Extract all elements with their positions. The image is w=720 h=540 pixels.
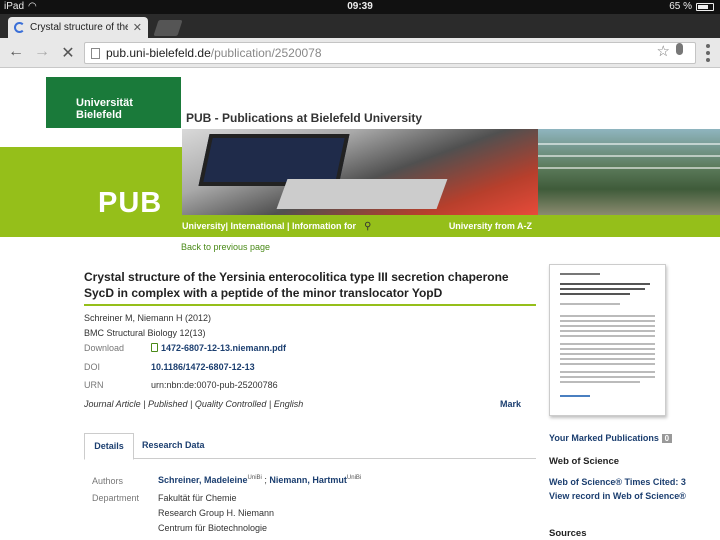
author-link-niemann[interactable]: Niemann, Hartmut [269,475,347,485]
sources-heading: Sources [549,528,587,539]
university-logo[interactable]: Universität Bielefeld [46,77,181,128]
back-arrow-icon[interactable]: ← [6,43,26,61]
author2-affiliation: UniBi [346,475,362,481]
stop-loading-icon[interactable]: ✕ [58,43,78,63]
wos-heading: Web of Science [549,456,620,467]
new-tab-button[interactable] [153,20,183,36]
tab-title: Crystal structure of the Yer [30,22,128,33]
urn-label: URN [84,380,104,390]
pdf-thumbnail[interactable] [549,264,666,416]
tab-details[interactable]: Details [84,433,134,460]
wos-view-record-link[interactable]: View record in Web of Science® [549,491,686,501]
department-3[interactable]: Centrum für Biotechnologie [158,523,267,533]
title-divider [84,304,536,306]
tab-research-data[interactable]: Research Data [142,433,205,459]
authors-list: Schreiner, MadeleineUniBi ; Niemann, Har… [158,475,361,485]
battery-percent: 65 % [669,1,692,12]
nav-university-az[interactable]: University from A-Z [449,221,532,231]
header-photo-laptop [182,129,538,215]
mark-button[interactable]: Mark [500,399,521,409]
search-icon[interactable]: ⚲ [364,221,371,232]
open-access-lock-icon [151,343,158,352]
ios-status-bar: iPad ◠ 09:39 65 % [0,0,720,14]
journal-citation: BMC Structural Biology 12(13) [84,328,206,338]
menu-icon[interactable] [706,44,710,62]
pub-logo-block[interactable]: PUB [0,147,182,237]
pub-logo-text: PUB [98,187,163,219]
details-tabs: Details Research Data [84,433,536,460]
article-title: Crystal structure of the Yersinia entero… [84,270,509,300]
wos-times-cited-link[interactable]: Web of Science® Times Cited: 3 [549,477,686,487]
page-icon [91,47,100,59]
doi-label: DOI [84,362,101,372]
author1-affiliation: UniBi [247,475,262,481]
nav-links[interactable]: University| International | Information … [182,221,356,231]
clock: 09:39 [347,1,373,12]
forward-arrow-icon[interactable]: → [32,43,52,61]
web-page: Universität Bielefeld PUB - Publications… [0,69,720,540]
author-link-schreiner[interactable]: Schreiner, Madeleine [158,475,248,485]
doi-link[interactable]: 10.1186/1472-6807-12-13 [151,362,255,372]
top-navigation: University| International | Information … [182,215,538,237]
bookmark-star-icon[interactable]: ☆ [657,42,670,60]
close-tab-icon[interactable]: ✕ [133,21,142,34]
department-2[interactable]: Research Group H. Niemann [158,508,274,518]
site-title: PUB - Publications at Bielefeld Universi… [186,111,423,125]
microphone-icon[interactable] [676,43,683,55]
download-label: Download [84,343,125,353]
marked-publications-link[interactable]: Your Marked Publications 0 [549,433,672,443]
authors-year: Schreiner M, Niemann H (2012) [84,313,212,323]
battery-icon [696,2,714,11]
department-1[interactable]: Fakultät für Chemie [158,493,237,503]
address-bar[interactable]: pub.uni-bielefeld.de/publication/2520078 [84,42,696,64]
authors-label: Authors [92,476,124,486]
tab-strip: Crystal structure of the Yer ✕ [0,14,720,38]
browser-toolbar: ← → ✕ pub.uni-bielefeld.de/publication/2… [0,38,720,68]
marked-count-badge: 0 [661,434,672,443]
header-photo-campus [538,129,720,215]
url-path: /publication/2520078 [210,46,322,60]
publication-type: Journal Article | Published | Quality Co… [84,399,304,409]
download-link[interactable]: 1472-6807-12-13.niemann.pdf [151,343,286,353]
loading-spinner-icon [14,22,25,33]
browser-tab-active[interactable]: Crystal structure of the Yer ✕ [8,17,148,38]
nav-bar-extension [538,215,720,237]
back-to-previous-link[interactable]: Back to previous page [181,242,270,252]
url-host: pub.uni-bielefeld.de [106,46,211,60]
department-label: Department [92,493,140,503]
urn-value: urn:nbn:de:0070-pub-25200786 [151,380,278,390]
